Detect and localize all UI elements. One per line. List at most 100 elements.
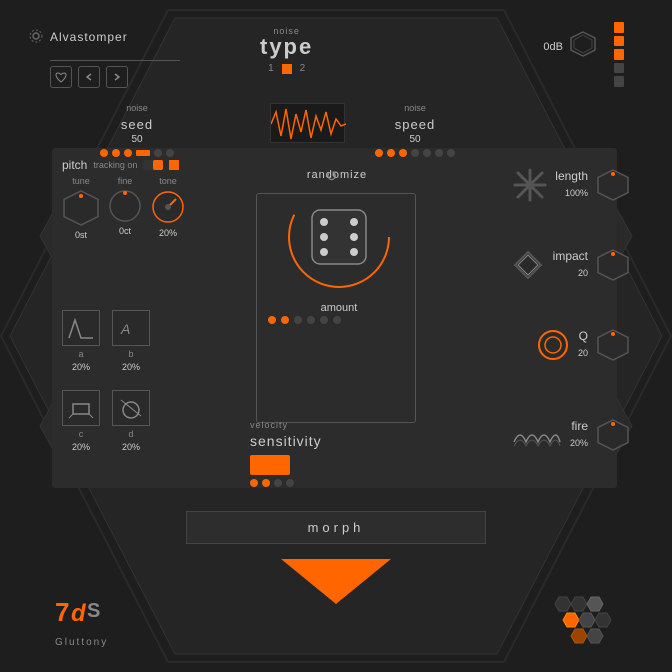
- pitch-section: pitch tracking on tune 0st fine: [62, 158, 186, 240]
- env-d-icon: [117, 396, 145, 420]
- length-value: 100%: [565, 188, 588, 198]
- vol-bar-1: [614, 22, 624, 33]
- env-d-shape[interactable]: [112, 390, 150, 426]
- impact-icon: [511, 248, 545, 282]
- noise-speed-value: 50: [375, 134, 455, 145]
- impact-label: impact: [553, 249, 588, 263]
- amount-dots[interactable]: [268, 316, 341, 324]
- amount-label-container: amount: [289, 298, 389, 316]
- db-display[interactable]: 0dB: [543, 30, 597, 63]
- amount-label: amount: [321, 302, 358, 314]
- vdot-1: [250, 479, 258, 487]
- pitch-header: pitch tracking on: [62, 158, 186, 172]
- seed-dot-2: [112, 149, 120, 157]
- env-c-group: c 20%: [62, 390, 100, 452]
- volume-bars[interactable]: [614, 22, 624, 87]
- vol-bar-4: [614, 63, 624, 74]
- q-knob[interactable]: [596, 328, 630, 362]
- fire-knob[interactable]: [596, 418, 630, 452]
- tune-knob-group: tune 0st: [62, 176, 100, 240]
- noise-seed-slider[interactable]: [100, 149, 174, 157]
- velocity-dots[interactable]: [250, 479, 420, 487]
- env-a-group: a 20%: [62, 310, 100, 372]
- impact-diamond-svg: [513, 250, 543, 280]
- fire-label: fire: [570, 419, 588, 433]
- noise-btn-2[interactable]: 2: [300, 63, 306, 74]
- velocity-title: sensitivity: [250, 433, 322, 449]
- tune-label: tune: [72, 176, 90, 186]
- velocity-slider[interactable]: [250, 455, 420, 475]
- noise-speed-label: noise: [404, 103, 426, 113]
- velocity-thumb[interactable]: [250, 455, 290, 475]
- env-d-label: d: [128, 429, 133, 439]
- env-cd-row: c 20% d 20%: [62, 390, 150, 452]
- length-label: length: [555, 169, 588, 183]
- waveform-svg: [271, 104, 346, 144]
- env-a-shape[interactable]: [62, 310, 100, 346]
- speed-dot-5: [423, 149, 431, 157]
- env-b-shape[interactable]: A: [112, 310, 150, 346]
- speed-dot-2: [387, 149, 395, 157]
- forward-icon[interactable]: [106, 66, 128, 88]
- impact-knob[interactable]: [596, 248, 630, 282]
- vol-bar-2: [614, 36, 624, 47]
- tone-knob[interactable]: [150, 189, 186, 225]
- fire-text: fire 20%: [570, 419, 588, 451]
- noise-type-section: noise type 1 2: [260, 26, 313, 74]
- refresh-icon[interactable]: ↺: [326, 168, 338, 185]
- seed-dot-5: [166, 149, 174, 157]
- svg-text:d: d: [71, 600, 87, 627]
- noise-speed-slider[interactable]: [375, 149, 455, 157]
- waveform-display: [270, 103, 345, 143]
- logo-svg: 7 d S: [55, 593, 115, 628]
- back-icon[interactable]: [78, 66, 100, 88]
- tune-knob[interactable]: [62, 189, 100, 227]
- speed-dot-6: [435, 149, 443, 157]
- noise-speed-section: noise speed 50: [375, 98, 455, 157]
- tracking-indicator: [169, 160, 179, 170]
- env-a-icon: [67, 316, 95, 340]
- morph-button[interactable]: morph: [186, 511, 486, 544]
- header-underline: [50, 60, 180, 61]
- morph-section[interactable]: morph: [186, 511, 486, 544]
- tracking-toggle[interactable]: [143, 160, 163, 170]
- fine-label: fine: [118, 176, 133, 186]
- noise-type-title: type: [260, 34, 313, 59]
- toggle-thumb: [153, 160, 163, 170]
- env-b-label: b: [128, 349, 133, 359]
- noise-type-buttons[interactable]: 1 2: [260, 63, 313, 74]
- vdot-4: [286, 479, 294, 487]
- impact-param: impact 20: [511, 248, 630, 282]
- noise-btn-1[interactable]: 1: [268, 63, 274, 74]
- length-knob[interactable]: [596, 168, 630, 202]
- noise-speed-title: speed: [395, 117, 435, 132]
- noise-speed-header: noise speed: [375, 98, 455, 134]
- q-circle-svg: [536, 328, 570, 362]
- q-param: Q 20: [536, 328, 630, 362]
- db-knob[interactable]: [569, 30, 597, 58]
- hex-pattern: [549, 595, 617, 650]
- heart-icon[interactable]: [50, 66, 72, 88]
- seed-slider-thumb[interactable]: [136, 150, 150, 156]
- env-c-shape[interactable]: [62, 390, 100, 426]
- db-knob-container[interactable]: [569, 30, 597, 63]
- env-b-icon: A: [117, 316, 145, 340]
- header-icons[interactable]: [50, 66, 128, 88]
- fine-knob[interactable]: [108, 189, 142, 223]
- randomize-circle[interactable]: [284, 182, 394, 292]
- amt-dot-3: [294, 316, 302, 324]
- noise-seed-section: noise seed 50: [100, 98, 174, 157]
- q-icon: [536, 328, 570, 362]
- logo-area: 7 d S Gluttony: [55, 593, 115, 650]
- randomize-circle-container[interactable]: ↺: [284, 182, 394, 297]
- fire-icon: [512, 420, 562, 450]
- pitch-knobs-row: tune 0st fine 0ct tone: [62, 176, 186, 240]
- svg-text:S: S: [87, 600, 100, 622]
- fine-value: 0ct: [119, 226, 131, 236]
- env-c-label: c: [79, 429, 84, 439]
- amt-dot-5: [320, 316, 328, 324]
- logo-subtitle: Gluttony: [55, 637, 108, 648]
- settings-icon[interactable]: [28, 28, 44, 49]
- length-star-svg: [513, 168, 547, 202]
- fire-value: 20%: [570, 438, 588, 448]
